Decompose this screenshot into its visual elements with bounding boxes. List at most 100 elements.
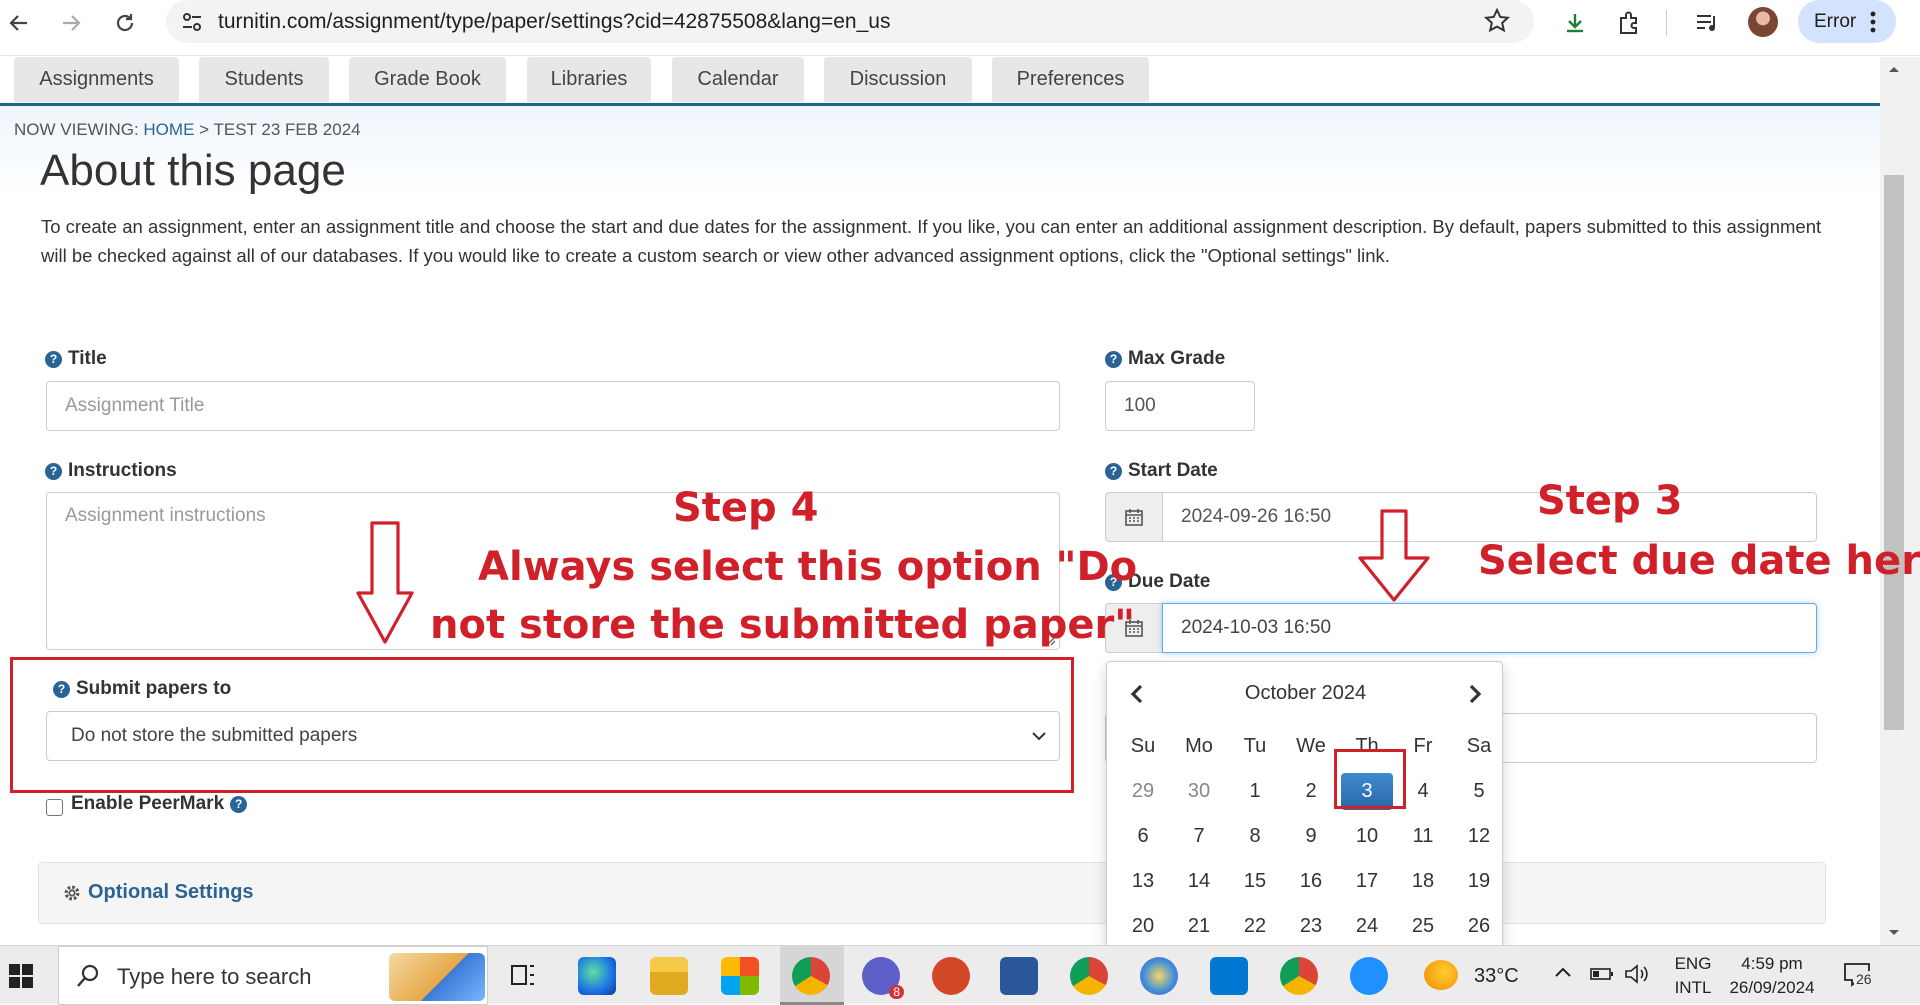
calendar-day[interactable]: 7 bbox=[1171, 814, 1227, 859]
search-highlights-image[interactable] bbox=[389, 953, 485, 1001]
calendar-day[interactable]: 9 bbox=[1283, 814, 1339, 859]
calendar-day[interactable]: 16 bbox=[1283, 859, 1339, 904]
tab-assignments[interactable]: Assignments bbox=[14, 57, 179, 102]
scroll-up-icon[interactable] bbox=[1884, 62, 1904, 76]
calendar-day[interactable]: 10 bbox=[1339, 814, 1395, 859]
edge-icon[interactable] bbox=[578, 957, 616, 995]
microsoft-store-icon[interactable] bbox=[721, 957, 759, 995]
help-icon[interactable]: ? bbox=[45, 462, 62, 480]
media-controls-icon[interactable] bbox=[1690, 6, 1724, 40]
calendar-day[interactable]: 18 bbox=[1395, 859, 1451, 904]
peermark-checkbox[interactable] bbox=[46, 799, 63, 816]
tab-libraries[interactable]: Libraries bbox=[527, 57, 651, 102]
profile-error-button[interactable]: Error bbox=[1798, 0, 1896, 43]
datepicker-month-title[interactable]: October 2024 bbox=[1107, 682, 1504, 705]
chrome-profile-icon[interactable] bbox=[1070, 957, 1108, 995]
discord-icon[interactable]: 8 bbox=[862, 957, 904, 999]
next-month-icon[interactable] bbox=[1465, 682, 1485, 706]
calendar-day[interactable]: 13 bbox=[1115, 859, 1171, 904]
calendar-day[interactable]: 29 bbox=[1115, 769, 1171, 814]
start-date-calendar-button[interactable] bbox=[1105, 492, 1163, 542]
max-grade-input[interactable]: 100 bbox=[1105, 381, 1255, 431]
calendar-day[interactable]: 1 bbox=[1227, 769, 1283, 814]
calendar-day[interactable]: 12 bbox=[1451, 814, 1507, 859]
profile-avatar[interactable] bbox=[1748, 7, 1778, 37]
browser-toolbar: turnitin.com/assignment/type/paper/setti… bbox=[0, 0, 1920, 56]
calendar-day[interactable]: 11 bbox=[1395, 814, 1451, 859]
help-icon[interactable]: ? bbox=[1105, 462, 1122, 480]
volume-icon[interactable] bbox=[1624, 963, 1650, 985]
calendar-day[interactable]: 22 bbox=[1227, 904, 1283, 945]
calendar-day[interactable]: 5 bbox=[1451, 769, 1507, 814]
help-icon[interactable]: ? bbox=[1105, 350, 1122, 368]
forward-icon[interactable] bbox=[54, 6, 88, 40]
clock-date[interactable]: 26/09/2024 bbox=[1722, 978, 1822, 998]
back-icon[interactable] bbox=[2, 6, 36, 40]
calendar-day[interactable]: 23 bbox=[1283, 904, 1339, 945]
tab-discussion[interactable]: Discussion bbox=[824, 57, 972, 102]
calendar-day[interactable]: 6 bbox=[1115, 814, 1171, 859]
chrome-second-profile-icon[interactable] bbox=[1280, 957, 1318, 995]
optional-settings-panel[interactable]: Optional Settings bbox=[38, 862, 1826, 924]
title-label: ? Title bbox=[45, 348, 107, 370]
calendar-day[interactable]: 14 bbox=[1171, 859, 1227, 904]
weather-temp[interactable]: 33°C bbox=[1474, 965, 1519, 988]
calendar-day[interactable]: 15 bbox=[1227, 859, 1283, 904]
weekday-header: Sa bbox=[1466, 735, 1492, 757]
tab-students[interactable]: Students bbox=[199, 57, 329, 102]
battery-icon[interactable] bbox=[1590, 966, 1614, 982]
bookmark-star-icon[interactable] bbox=[1484, 8, 1510, 34]
due-date-input[interactable]: 2024-10-03 16:50 bbox=[1162, 603, 1817, 653]
start-date-input[interactable]: 2024-09-26 16:50 bbox=[1162, 492, 1817, 542]
url-text[interactable]: turnitin.com/assignment/type/paper/setti… bbox=[218, 10, 890, 34]
error-label: Error bbox=[1814, 11, 1857, 32]
tab-calendar[interactable]: Calendar bbox=[672, 57, 804, 102]
calendar-day[interactable]: 8 bbox=[1227, 814, 1283, 859]
chrome-icon[interactable] bbox=[792, 957, 830, 995]
notifications-icon[interactable]: 26 bbox=[1842, 960, 1874, 988]
search-icon bbox=[77, 964, 99, 987]
calendar-day[interactable]: 19 bbox=[1451, 859, 1507, 904]
title-input[interactable]: Assignment Title bbox=[46, 381, 1060, 431]
scrollbar-thumb[interactable] bbox=[1884, 175, 1904, 730]
calendar-day[interactable]: 17 bbox=[1339, 859, 1395, 904]
word-icon[interactable] bbox=[1000, 957, 1038, 995]
instructions-placeholder: Assignment instructions bbox=[65, 505, 266, 526]
language-top[interactable]: ENG bbox=[1668, 954, 1718, 974]
reload-icon[interactable] bbox=[108, 6, 142, 40]
help-app-icon[interactable] bbox=[1350, 957, 1388, 995]
extensions-icon[interactable] bbox=[1612, 6, 1646, 40]
clock-time[interactable]: 4:59 pm bbox=[1722, 954, 1822, 974]
task-view-icon[interactable] bbox=[508, 960, 538, 990]
calendar-day[interactable]: 2 bbox=[1283, 769, 1339, 814]
breadcrumb-home-link[interactable]: HOME bbox=[143, 120, 194, 139]
optional-settings-toggle[interactable]: Optional Settings bbox=[63, 881, 254, 904]
windows-start-icon[interactable] bbox=[8, 963, 34, 989]
start-date-label-text: Start Date bbox=[1128, 460, 1218, 481]
calendar-day[interactable]: 21 bbox=[1171, 904, 1227, 945]
scroll-down-icon[interactable] bbox=[1884, 926, 1904, 940]
tab-grade-book[interactable]: Grade Book bbox=[349, 57, 506, 102]
tray-chevron-up-icon[interactable] bbox=[1554, 966, 1572, 978]
calendar-icon bbox=[1125, 509, 1143, 526]
site-settings-icon[interactable] bbox=[180, 10, 204, 34]
calendar-day[interactable]: 20 bbox=[1115, 904, 1171, 945]
download-icon[interactable] bbox=[1558, 6, 1592, 40]
help-icon[interactable]: ? bbox=[45, 350, 62, 368]
address-bar[interactable]: turnitin.com/assignment/type/paper/setti… bbox=[166, 0, 1534, 43]
weekday-header: Su bbox=[1130, 735, 1156, 757]
calendar-day[interactable]: 24 bbox=[1339, 904, 1395, 945]
help-icon[interactable]: ? bbox=[230, 795, 248, 813]
calendar-day[interactable]: 30 bbox=[1171, 769, 1227, 814]
file-explorer-icon[interactable] bbox=[650, 957, 688, 995]
outlook-icon[interactable] bbox=[1210, 957, 1248, 995]
powerpoint-icon[interactable] bbox=[932, 957, 970, 995]
paint-icon[interactable] bbox=[1140, 957, 1178, 995]
tab-preferences[interactable]: Preferences bbox=[992, 57, 1149, 102]
taskbar-search-box[interactable]: Type here to search bbox=[58, 946, 488, 1005]
calendar-day[interactable]: 25 bbox=[1395, 904, 1451, 945]
windows-taskbar: Type here to search 8 33°C ENG INTL 4:59… bbox=[0, 945, 1920, 1005]
calendar-day[interactable]: 26 bbox=[1451, 904, 1507, 945]
language-bottom[interactable]: INTL bbox=[1668, 978, 1718, 998]
weather-icon[interactable] bbox=[1424, 960, 1458, 990]
